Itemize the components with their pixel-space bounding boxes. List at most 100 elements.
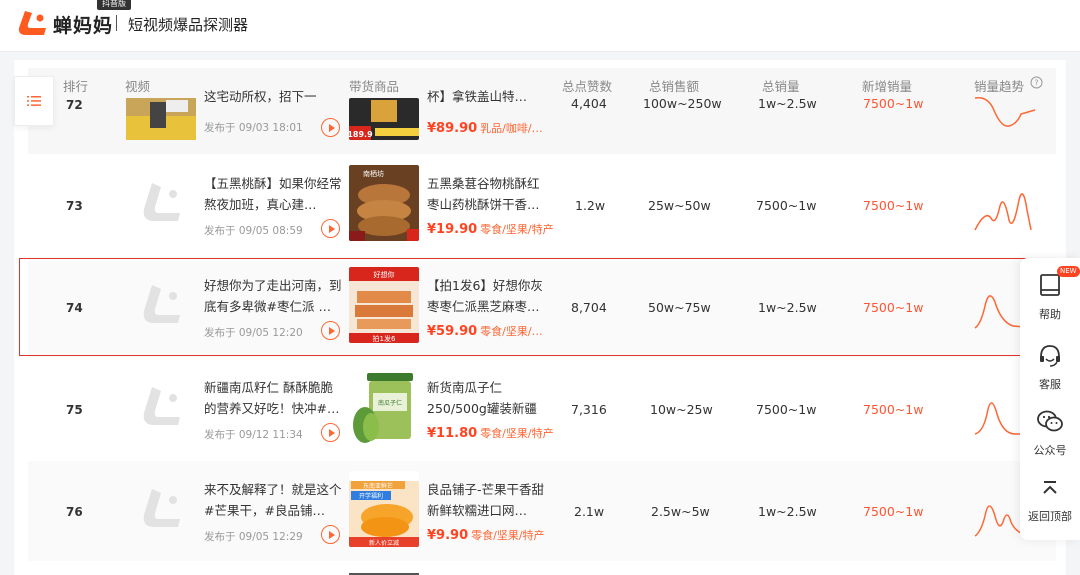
table-row[interactable]: 72 这宅动所权，招下一 发布于 09/03 18:01 189.9 杯】拿铁盖… [28, 89, 1056, 154]
likes-count: 7,316 [571, 402, 607, 417]
play-icon[interactable] [321, 321, 340, 340]
product-image-tag: 开学福利 [359, 492, 383, 500]
sales-trend-sparkline[interactable] [973, 180, 1037, 236]
back-to-top-button[interactable]: 返回顶部 [1020, 478, 1080, 524]
rank-number: 72 [66, 98, 83, 112]
page-subtitle: 短视频爆品探测器 [128, 16, 249, 34]
help-label: 帮助 [1039, 308, 1061, 321]
table-row[interactable]: 73 【五黑桃酥】如果你经常熬夜加班，真心建… 发布于 09/05 08:59 … [28, 155, 1056, 255]
column-header-new-sales[interactable]: 新增销量 [862, 76, 912, 95]
product-category: 零食/坚果/特产 [480, 223, 554, 236]
product-image-label: 南瓜子仁 [378, 399, 402, 407]
product-image[interactable]: 南栖坊 [349, 165, 419, 241]
video-date: 发布于 09/05 12:20 [204, 327, 303, 339]
product-price: ¥19.90 零食/坚果/特产 [427, 222, 554, 237]
sales-volume: 1w~2.5w [758, 504, 817, 519]
video-placeholder-icon[interactable] [126, 169, 196, 239]
column-header-sales-volume[interactable]: 总销量 [762, 76, 800, 95]
sales-amount: 25w~50w [648, 198, 711, 213]
sales-amount: 100w~250w [643, 96, 722, 111]
help-button[interactable]: NEW 帮助 [1020, 266, 1080, 322]
product-category: 零食/坚果/特产 [471, 529, 545, 542]
video-title[interactable]: 这宅动所权，招下一 [204, 86, 344, 107]
sales-trend-sparkline[interactable] [973, 94, 1037, 134]
video-date: 发布于 09/05 08:59 [204, 225, 303, 237]
video-title[interactable]: 【五黑桃酥】如果你经常熬夜加班，真心建… [204, 173, 344, 215]
new-sales: 7500~1w [863, 504, 924, 519]
wechat-icon [1037, 410, 1063, 432]
video-placeholder-icon[interactable] [126, 373, 196, 443]
product-image-headline: 东南亚鲜芒 [363, 482, 393, 490]
video-title[interactable]: 新疆南瓜籽仁 酥酥脆脆的营养又好吃！快冲#… [204, 377, 344, 419]
headset-icon [1040, 345, 1060, 367]
likes-count: 1.2w [575, 198, 606, 213]
list-menu-icon [27, 96, 41, 106]
product-title[interactable]: 【拍1发6】好想你灰枣枣仁派黑芝麻枣… [427, 275, 545, 317]
product-title[interactable]: 新货南瓜子仁250/500g罐装新疆阿勒泰… [427, 377, 545, 419]
likes-count: 8,704 [571, 300, 607, 315]
product-image[interactable]: 189.9 [349, 98, 419, 140]
wechat-official-button[interactable]: 公众号 [1020, 408, 1080, 458]
sales-volume: 7500~1w [756, 402, 817, 417]
product-image[interactable]: 东南亚鲜芒 开学福利 新人价立减 [349, 471, 419, 547]
video-placeholder-icon[interactable] [126, 475, 196, 545]
video-placeholder-icon[interactable] [126, 271, 196, 341]
product-image-brand: 南栖坊 [363, 169, 384, 178]
new-badge: NEW [1057, 266, 1080, 277]
likes-count: 2.1w [574, 504, 605, 519]
column-header-trend: 销量趋势 [974, 79, 1025, 94]
sales-volume: 1w~2.5w [758, 300, 817, 315]
version-badge: 抖音版 [97, 0, 131, 10]
table-row[interactable]: 75 新疆南瓜籽仁 酥酥脆脆的营养又好吃！快冲#… 发布于 09/12 11:3… [28, 359, 1056, 459]
top-bar: 蝉妈妈 抖音版 短视频爆品探测器 [0, 0, 1080, 52]
column-header-likes[interactable]: 总点赞数 [562, 76, 612, 95]
arrow-to-top-icon [1043, 481, 1057, 494]
play-icon[interactable] [321, 423, 340, 442]
back-to-top-label: 返回顶部 [1028, 510, 1072, 523]
table-row[interactable]: 76 来不及解释了！就是这个#芒果干，#良品铺… 发布于 09/05 12:29… [28, 461, 1056, 561]
product-image-promo: 拍1发6 [373, 334, 396, 343]
play-icon[interactable] [321, 525, 340, 544]
product-title[interactable]: 五黑桑葚谷物桃酥红枣山药桃酥饼干香… [427, 173, 545, 215]
video-date: 发布于 09/03 18:01 [204, 122, 303, 134]
table-row[interactable] [28, 563, 1056, 575]
play-icon[interactable] [321, 219, 340, 238]
sidebar-toggle-button[interactable] [14, 76, 54, 126]
new-sales: 7500~1w [863, 96, 924, 111]
sales-amount: 2.5w~5w [651, 504, 710, 519]
column-header-rank: 排行 [63, 79, 89, 94]
product-image[interactable]: 南瓜子仁 [349, 369, 419, 445]
customer-service-label: 客服 [1039, 378, 1061, 391]
product-title[interactable]: 杯】拿铁盖山特… [427, 86, 545, 107]
customer-service-button[interactable]: 客服 [1020, 342, 1080, 392]
brand-name[interactable]: 蝉妈妈 [53, 11, 113, 38]
play-icon[interactable] [321, 118, 340, 137]
video-date: 发布于 09/12 11:34 [204, 429, 303, 441]
sales-volume: 1w~2.5w [758, 96, 817, 111]
chanmama-logo-icon[interactable] [16, 8, 48, 38]
column-header-product: 带货商品 [349, 79, 400, 94]
video-title[interactable]: 好想你为了走出河南，到底有多卑微#枣仁派 … [204, 275, 344, 317]
rank-number: 75 [66, 403, 83, 417]
wechat-official-label: 公众号 [1033, 444, 1067, 457]
svg-text:?: ? [1034, 79, 1038, 88]
table-row-highlighted[interactable]: 74 好想你为了走出河南，到底有多卑微#枣仁派 … 发布于 09/05 12:2… [28, 257, 1056, 357]
sales-volume: 7500~1w [756, 198, 817, 213]
video-title[interactable]: 来不及解释了！就是这个#芒果干，#良品铺… [204, 479, 344, 521]
product-title[interactable]: 良品铺子-芒果干香甜新鲜软糯进口网… [427, 479, 545, 521]
product-image[interactable]: 好想你 拍1发6 [349, 267, 419, 343]
column-header-video: 视频 [125, 79, 151, 94]
video-thumbnail[interactable] [126, 98, 196, 140]
product-price: ¥89.90 乳品/咖啡/… [427, 121, 543, 136]
product-image-promo: 新人价立减 [369, 539, 399, 547]
product-price: ¥11.80 零食/坚果/特产 [427, 426, 554, 441]
sales-amount: 10w~25w [650, 402, 713, 417]
new-sales: 7500~1w [863, 300, 924, 315]
product-image-badge: 189.9 [349, 130, 373, 139]
video-date: 发布于 09/05 12:29 [204, 531, 303, 543]
product-category: 零食/坚果/… [480, 325, 543, 338]
help-circle-icon[interactable]: ? [1030, 76, 1043, 89]
column-header-sales-amount[interactable]: 总销售额 [649, 76, 699, 95]
product-category: 乳品/咖啡/… [480, 122, 543, 135]
new-sales: 7500~1w [863, 402, 924, 417]
